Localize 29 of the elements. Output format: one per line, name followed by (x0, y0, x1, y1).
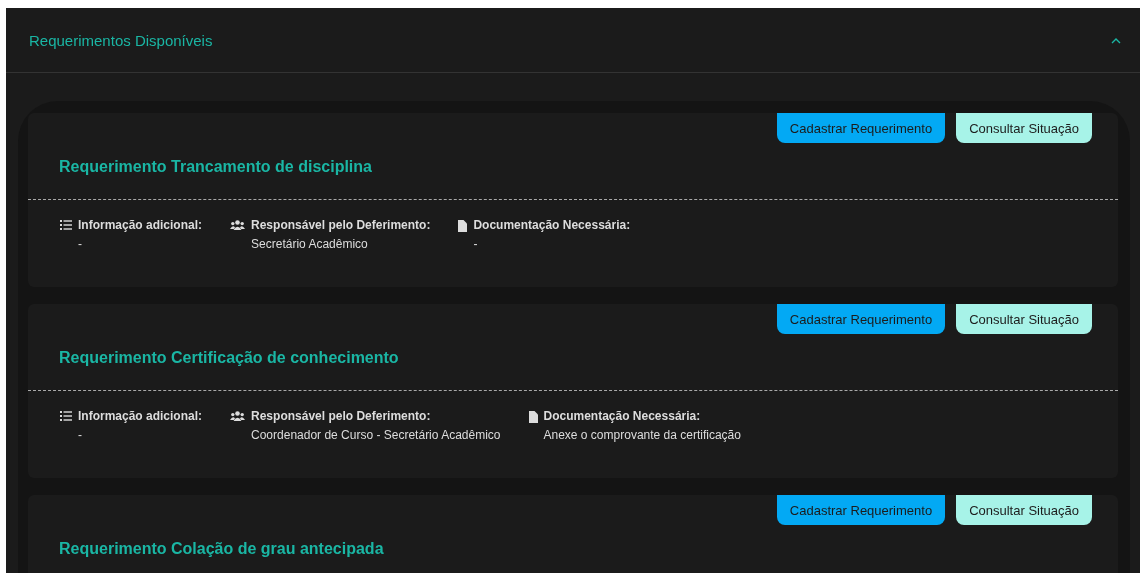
detail-value: - (78, 237, 83, 251)
detail-value: - (78, 428, 83, 442)
card-title: Requerimento Trancamento de disciplina (58, 157, 373, 177)
file-icon (528, 411, 538, 423)
users-icon (230, 411, 246, 421)
file-icon (458, 220, 468, 232)
register-button[interactable]: Cadastrar Requerimento (776, 304, 946, 334)
card-title: Requerimento Certificação de conhecimento (58, 348, 400, 368)
list-icon (60, 411, 72, 421)
status-button[interactable]: Consultar Situação (956, 113, 1092, 143)
register-button[interactable]: Cadastrar Requerimento (776, 113, 946, 143)
detail-label: Documentação Necessária: (473, 218, 631, 232)
detail-label: Documentação Necessária: (543, 409, 702, 423)
detail-value: Secretário Acadêmico (251, 237, 369, 251)
register-button[interactable]: Cadastrar Requerimento (776, 495, 946, 525)
detail-label: Responsável pelo Deferimento: (251, 218, 431, 232)
status-button[interactable]: Consultar Situação (956, 304, 1092, 334)
detail-label: Informação adicional: (78, 218, 203, 232)
caret-icon[interactable] (1111, 36, 1121, 44)
status-button[interactable]: Consultar Situação (956, 495, 1092, 525)
detail-value: Coordenador de Curso - Secretário Acadêmico (251, 428, 501, 442)
detail-value: - (473, 237, 479, 251)
detail-label: Informação adicional: (78, 409, 203, 423)
detail-label: Responsável pelo Deferimento: (251, 409, 432, 423)
list-icon (60, 220, 72, 230)
panel-title: Requerimentos Disponíveis (29, 31, 213, 49)
detail-value: Anexe o comprovante da certificação (543, 428, 741, 442)
card-title: Requerimento Colação de grau antecipada (58, 539, 385, 559)
users-icon (230, 220, 246, 230)
